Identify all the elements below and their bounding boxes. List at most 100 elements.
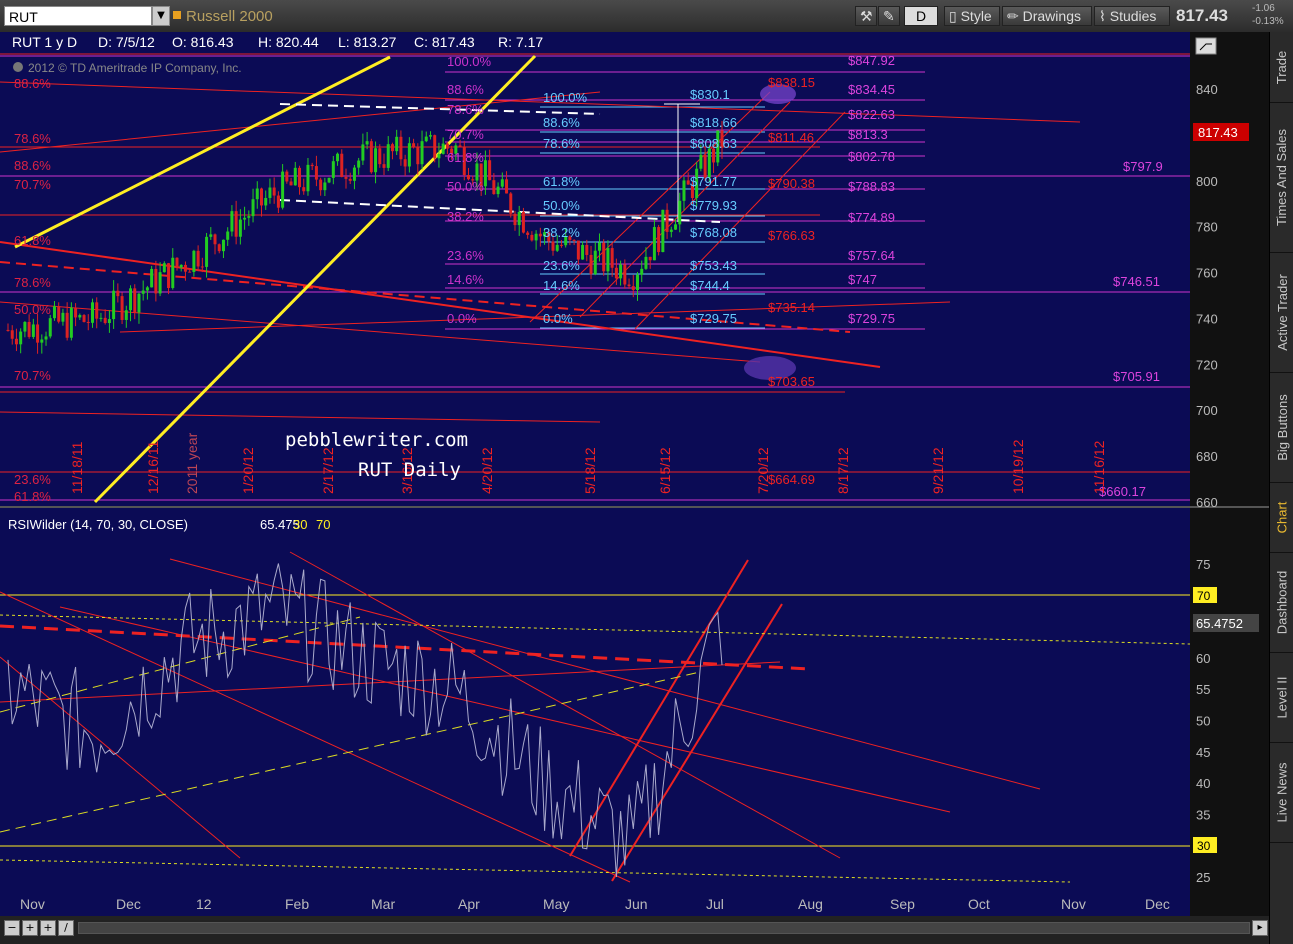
- date-label: 2/17/12: [320, 447, 336, 494]
- header-date: D: 7/5/12: [98, 34, 155, 50]
- candle-body: [103, 317, 107, 324]
- candle-body: [369, 141, 373, 173]
- sidebar-tab-level-ii[interactable]: Level II: [1270, 652, 1293, 743]
- candle-body: [509, 193, 513, 214]
- fib-inner-price-label: $744.4: [690, 278, 730, 293]
- candle-body: [559, 244, 563, 246]
- studies-label: Studies: [1109, 8, 1157, 24]
- candle-body: [331, 161, 335, 178]
- candle-body: [129, 288, 133, 311]
- header-open: O: 816.43: [172, 34, 234, 50]
- candle-body: [10, 330, 14, 339]
- candle-body: [390, 144, 394, 152]
- magenta-price-label: $847.92: [848, 53, 895, 68]
- candle-body: [348, 178, 352, 181]
- zoom-in-icon[interactable]: +: [22, 920, 38, 936]
- sidebar-tab-trade[interactable]: Trade: [1270, 32, 1293, 103]
- candle-body: [40, 339, 44, 343]
- candle-body: [230, 211, 234, 232]
- candle-body: [357, 160, 361, 168]
- candle-body: [120, 296, 124, 320]
- scroll-right-icon[interactable]: ▸: [1252, 920, 1268, 936]
- x-axis-label: Dec: [116, 896, 141, 912]
- x-axis-label: Dec: [1145, 896, 1170, 912]
- fib-inner-label: 61.8%: [543, 174, 580, 189]
- candle-body: [678, 200, 682, 225]
- aggregation-d-button[interactable]: D: [904, 6, 938, 26]
- candle-body: [610, 248, 614, 268]
- candle-body: [619, 264, 623, 279]
- candle-body: [682, 180, 686, 201]
- header-close: C: 817.43: [414, 34, 475, 50]
- fit-icon[interactable]: +: [40, 920, 56, 936]
- candle-body: [674, 224, 678, 230]
- candle-body: [572, 239, 576, 241]
- wrench-icon[interactable]: ✎: [878, 6, 900, 26]
- date-label: 7/20/12: [755, 447, 771, 494]
- zoom-out-icon[interactable]: −: [4, 920, 20, 936]
- candle-body: [57, 306, 61, 322]
- candle-body: [652, 227, 656, 261]
- magenta-price-label: $774.89: [848, 210, 895, 225]
- sidebar-tab-times-and-sales[interactable]: Times And Sales: [1270, 102, 1293, 253]
- date-label: 1/20/12: [240, 447, 256, 494]
- candle-body: [200, 266, 204, 268]
- axis-settings-icon[interactable]: [1195, 37, 1217, 55]
- symbol-dropdown-button[interactable]: ▼: [152, 6, 170, 26]
- price-change: -1.06: [1252, 3, 1275, 14]
- header-low: L: 813.27: [338, 34, 397, 50]
- candle-body: [407, 143, 411, 167]
- price-tick-label: 700: [1196, 403, 1218, 418]
- date-label: 9/21/12: [930, 447, 946, 494]
- fib-mid-label: 14.6%: [447, 272, 484, 287]
- candle-body: [424, 136, 428, 142]
- candle-body: [602, 242, 606, 272]
- sidebar-tab-label: Times And Sales: [1274, 128, 1290, 226]
- candle-body: [441, 143, 445, 154]
- candle-body: [623, 264, 627, 285]
- candle-body: [255, 188, 259, 200]
- drawings-button[interactable]: ✏ Drawings: [1002, 6, 1092, 26]
- price-tick-label: 660: [1196, 495, 1218, 510]
- sidebar-tab-chart[interactable]: Chart: [1270, 482, 1293, 553]
- candle-body: [386, 144, 390, 168]
- candle-body: [145, 287, 149, 291]
- candle-body: [412, 143, 416, 148]
- sidebar-tab-label: Big Buttons: [1274, 393, 1290, 461]
- date-label: 11/16/12: [1091, 440, 1107, 494]
- candle-body: [483, 160, 487, 187]
- price-tick-label: 760: [1196, 266, 1218, 281]
- sidebar-tab-big-buttons[interactable]: Big Buttons: [1270, 372, 1293, 483]
- candle-body: [492, 180, 496, 195]
- candle-body: [399, 136, 403, 160]
- candle-body: [657, 227, 661, 253]
- sidebar-tab-dashboard[interactable]: Dashboard: [1270, 552, 1293, 653]
- style-button[interactable]: ▯ Style: [944, 6, 1000, 26]
- candle-body: [141, 290, 145, 294]
- fib-inner-label: 88.6%: [543, 115, 580, 130]
- horizontal-scrollbar[interactable]: [78, 922, 1250, 934]
- candle-body: [251, 199, 255, 217]
- fib-inner-price-label: $791.77: [690, 174, 737, 189]
- fib-inner-price-label: $818.66: [690, 115, 737, 130]
- chart-area[interactable]: 88.6% 78.6% 88.6% 70.7% 61.8% 78.6% 50.0% 70.7%…: [0, 32, 1269, 916]
- draw-line-icon[interactable]: /: [58, 920, 74, 936]
- header-range: R: 7.17: [498, 34, 543, 50]
- sidebar-tab-active-trader[interactable]: Active Trader: [1270, 252, 1293, 373]
- far-price-label: $746.51: [1113, 274, 1160, 289]
- settings-tools-icon[interactable]: ⚒: [855, 6, 877, 26]
- fib-inner-label: 50.0%: [543, 198, 580, 213]
- candle-body: [627, 284, 631, 287]
- candle-body: [298, 167, 302, 188]
- candle-body: [158, 272, 162, 294]
- sidebar-tab-live-news[interactable]: Live News: [1270, 742, 1293, 843]
- candle-body: [699, 154, 703, 169]
- x-axis-label: 12: [196, 896, 212, 912]
- studies-button[interactable]: ⌇ Studies: [1094, 6, 1170, 26]
- fib-left-label: 78.6%: [14, 131, 51, 146]
- symbol-input[interactable]: RUT: [4, 6, 152, 26]
- far-price-label: $797.9: [1123, 159, 1163, 174]
- style-label: Style: [960, 8, 992, 24]
- candle-body: [340, 153, 344, 177]
- candle-body: [107, 319, 111, 324]
